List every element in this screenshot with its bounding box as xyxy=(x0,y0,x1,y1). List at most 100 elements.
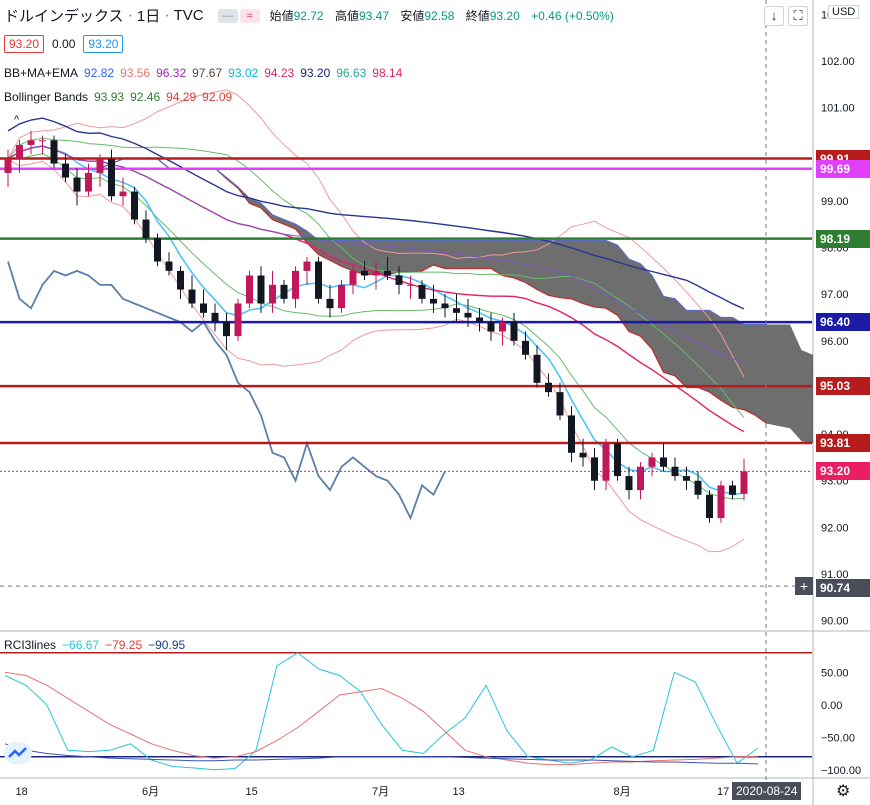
ichimoku-cloud-segment xyxy=(399,240,411,273)
currency-label[interactable]: USD xyxy=(828,5,860,19)
candle-body xyxy=(729,485,736,495)
candle-body xyxy=(706,494,713,519)
settings-gear-icon[interactable]: ⚙ xyxy=(836,781,850,801)
legend-rci[interactable]: RCI3lines −66.67 −79.25 −90.95 xyxy=(4,638,197,652)
ichimoku-cloud-segment xyxy=(548,240,560,298)
candle-body xyxy=(177,270,184,290)
candle-body xyxy=(303,261,311,271)
rci-tick-label: −100.00 xyxy=(821,765,861,777)
collapse-chevron-icon[interactable]: ^ xyxy=(14,114,19,126)
indicator-value: 96.63 xyxy=(336,66,367,80)
indicator-value: 93.02 xyxy=(228,66,259,80)
candle-body xyxy=(338,284,345,309)
candle-body xyxy=(660,457,667,467)
ichimoku-cloud-segment xyxy=(675,298,687,388)
ichimoku-cloud-segment xyxy=(284,219,296,229)
rci-series-line xyxy=(4,652,759,771)
high-value: 93.47 xyxy=(358,9,389,23)
close-value: 93.20 xyxy=(489,9,520,23)
date-tick-label: 7月 xyxy=(372,786,389,798)
candle-body xyxy=(545,382,552,393)
low-value: 92.58 xyxy=(424,9,455,23)
candle-body xyxy=(200,303,207,313)
indicator-value: 94.29 xyxy=(166,90,197,104)
indicator-value: 96.32 xyxy=(156,66,187,80)
indicator-values: 93.93 92.46 94.29 92.09 xyxy=(94,90,238,104)
price-tick-label: 101.00 xyxy=(821,103,855,115)
sell-price-box[interactable]: 93.20 xyxy=(4,35,45,53)
tradingview-logo-icon[interactable] xyxy=(4,742,32,764)
candle-body xyxy=(73,177,81,192)
symbol-header: ドルインデックス · 1日 · TVC — ≈ 始値92.72 高値93.47 … xyxy=(4,5,614,26)
candle-body xyxy=(637,466,644,491)
ichimoku-cloud-segment xyxy=(767,324,779,426)
candle-body xyxy=(349,270,357,285)
candle-body xyxy=(453,308,460,313)
ichimoku-cloud-segment xyxy=(732,317,744,410)
candle-body xyxy=(292,270,299,299)
legend-bollinger[interactable]: Bollinger Bands 93.93 92.46 94.29 92.09 xyxy=(4,90,244,104)
candle-body xyxy=(648,457,656,467)
lagging-span xyxy=(7,261,446,521)
rci-tick-label: −50.00 xyxy=(821,732,855,744)
candle-body xyxy=(96,158,104,173)
rci-tick-label: 0.00 xyxy=(821,700,842,712)
price-level-label: 93.81 xyxy=(816,434,870,452)
candle-body xyxy=(372,270,380,276)
ichimoku-cloud-segment xyxy=(479,240,491,269)
candle-body xyxy=(487,322,495,332)
close-label: 終値 xyxy=(465,9,490,23)
indicator-value: 97.67 xyxy=(192,66,223,80)
ichimoku-cloud-segment xyxy=(629,259,641,337)
minus-icon[interactable]: — xyxy=(217,8,238,23)
plus-icon[interactable]: + xyxy=(795,577,813,595)
fullscreen-icon[interactable]: ⛶ xyxy=(788,6,808,26)
chart-canvas[interactable]: 103.00102.00101.00100.0099.0098.0097.009… xyxy=(0,0,870,805)
candle-body xyxy=(522,340,529,355)
crosshair-price-label: 90.74 xyxy=(816,579,870,597)
price-level-label: 99.69 xyxy=(816,159,870,178)
ichimoku-cloud-segment xyxy=(353,240,365,275)
candle-body xyxy=(430,298,437,304)
price-level-label: 98.19 xyxy=(816,229,870,248)
candle-body xyxy=(246,275,253,304)
price-tick-label: 92.00 xyxy=(821,522,849,534)
candle-body xyxy=(326,298,334,309)
candle-body xyxy=(441,303,449,309)
indicator-value: 93.93 xyxy=(94,90,125,104)
date-tick-label: 6月 xyxy=(142,786,159,798)
candle-body xyxy=(50,140,58,164)
indicator-values: −66.67 −79.25 −90.95 xyxy=(62,638,191,652)
date-tick-label: 8月 xyxy=(614,786,631,798)
indicator-values: 92.82 93.56 96.32 97.67 93.02 94.23 93.20 96.63… xyxy=(84,66,408,80)
indicator-label: RCI3lines xyxy=(4,638,57,652)
ichimoku-cloud-segment xyxy=(560,240,572,299)
ichimoku-cloud-segment xyxy=(755,324,767,424)
indicator-value: −79.25 xyxy=(105,638,143,652)
arrow-down-icon[interactable]: ↓ xyxy=(764,6,784,26)
ichimoku-cloud-segment xyxy=(491,240,503,276)
candle-body xyxy=(315,261,322,299)
candle-body xyxy=(717,485,725,519)
interval-label[interactable]: 1日 xyxy=(137,5,160,26)
legend-bbmaema[interactable]: BB+MA+EMA 92.82 93.56 96.32 97.67 93.02 94.23… xyxy=(4,66,414,80)
buy-price-box[interactable]: 93.20 xyxy=(83,35,124,53)
candle-body xyxy=(568,415,575,453)
candle-body xyxy=(499,322,506,332)
candle-body xyxy=(533,354,541,383)
candle-body xyxy=(740,471,748,494)
candle-body xyxy=(694,480,702,495)
ichimoku-cloud-segment xyxy=(640,263,652,349)
open-label: 始値 xyxy=(269,9,294,23)
ohlc-readout: 始値92.72 高値93.47 安値92.58 終値93.20 +0.46 (+… xyxy=(270,7,614,24)
ichimoku-cloud-segment xyxy=(721,317,733,408)
indicator-value: −90.95 xyxy=(148,638,186,652)
crosshair-date-label: 2020-08-24 xyxy=(732,782,802,800)
symbol-name[interactable]: ドルインデックス xyxy=(4,5,124,26)
ichimoku-cloud-segment xyxy=(307,231,319,255)
high-label: 高値 xyxy=(334,9,359,23)
approx-icon[interactable]: ≈ xyxy=(239,8,260,23)
candle-body xyxy=(62,163,69,178)
change-value: +0.46 (+0.50%) xyxy=(531,9,614,23)
spread-value: 0.00 xyxy=(52,37,76,51)
